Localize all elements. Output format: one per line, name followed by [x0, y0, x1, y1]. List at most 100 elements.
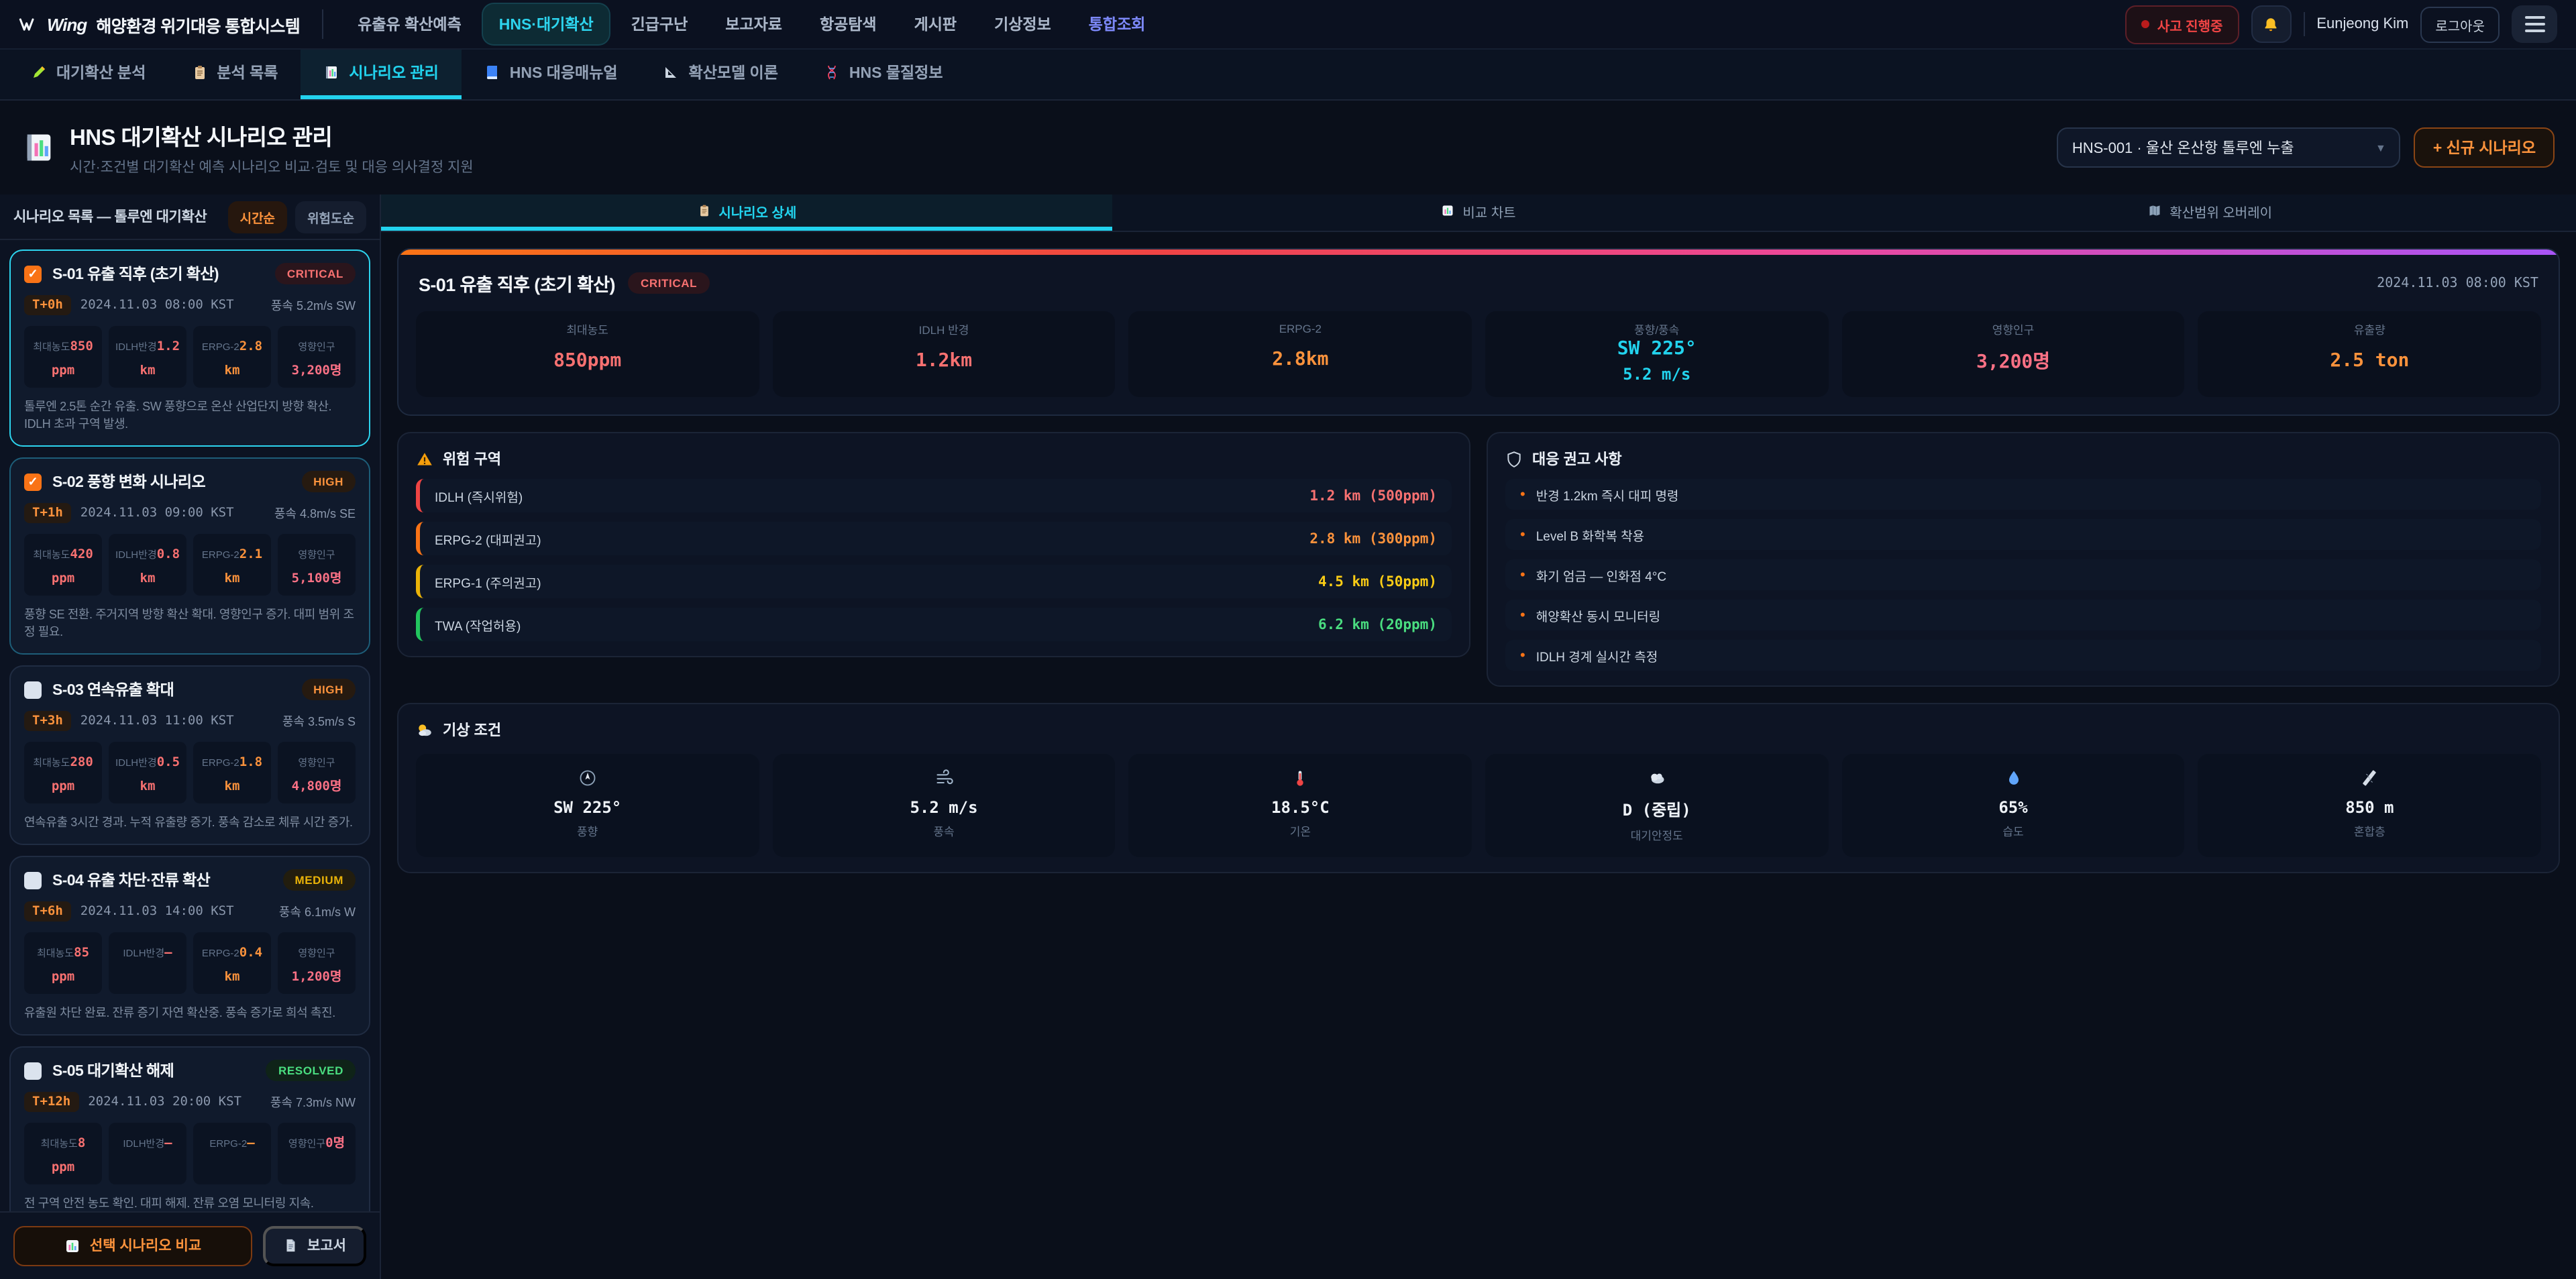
weather-card-wind-speed: 5.2 m/s 풍속 — [772, 754, 1115, 857]
new-scenario-button[interactable]: + 신규 시나리오 — [2414, 127, 2555, 168]
tab-scenario-management[interactable]: 시나리오 관리 — [301, 50, 461, 99]
checkbox-unchecked[interactable] — [24, 681, 42, 698]
weather-card-wind-direction: SW 225° 풍향 — [416, 754, 759, 857]
scenario-description: 톨루엔 2.5톤 순간 유출. SW 풍향으로 온산 산업단지 방향 확산. I… — [24, 398, 356, 433]
tab-label: 비교 차트 — [1462, 201, 1515, 221]
incident-select[interactable]: HNS-001 · 울산 온산항 톨루엔 누출 ▼ — [2057, 127, 2401, 168]
wind-info: 풍속 7.3m/s NW — [270, 1094, 356, 1111]
recommendation-text: 화기 엄금 — 인화점 4°C — [1536, 565, 1666, 584]
menu-item-hns-dispersion[interactable]: HNS·대기확산 — [483, 4, 610, 44]
zone-label: ERPG-1 (주의권고) — [435, 572, 541, 591]
stat-label: 영향인구 — [298, 757, 335, 769]
stat-label: 영향인구 — [288, 1138, 325, 1150]
checkbox-checked[interactable]: ✓ — [24, 473, 42, 490]
weather-panel: 기상 조건 SW 225° 풍향 5.2 m/s 풍속 — [397, 703, 2560, 873]
page-title: HNS 대기확산 시나리오 관리 — [70, 119, 474, 151]
zone-label: ERPG-2 (대피권고) — [435, 529, 541, 548]
incident-status-badge: 사고 진행중 — [2125, 5, 2239, 44]
stat-value: 1,200명 — [292, 970, 342, 985]
weather-card-stability: D (중립) 대기안정도 — [1485, 754, 1828, 857]
tab-comparison-chart[interactable]: 비교 차트 — [1113, 194, 1845, 231]
status-badge: CRITICAL — [629, 272, 709, 294]
weather-label: 습도 — [1847, 824, 2179, 840]
zone-row-idlh: IDLH (즉시위험) 1.2 km (500ppm) — [416, 479, 1452, 512]
detail-title: S-01 유출 직후 (초기 확산) — [419, 270, 615, 296]
main-body: S-01 유출 직후 (초기 확산) CRITICAL 2024.11.03 0… — [381, 232, 2576, 1279]
hamburger-menu-button[interactable] — [2512, 5, 2557, 43]
tab-hns-manual[interactable]: HNS 대응매뉴얼 — [462, 50, 641, 99]
stat-value: 4,800명 — [292, 779, 342, 794]
bar-chart-icon — [64, 1237, 80, 1254]
scenario-card-s01[interactable]: ✓ S-01 유출 직후 (초기 확산) CRITICAL T+0h 2024.… — [9, 249, 370, 447]
brand: Wing 해양환경 위기대응 통합시스템 — [19, 9, 323, 39]
stat-label: 최대농도 — [424, 322, 751, 338]
panel-title: 대응 권고 사항 — [1532, 448, 1622, 469]
recommendation-text: IDLH 경계 실시간 측정 — [1536, 646, 1658, 665]
menu-item-spill-forecast[interactable]: 유출유 확산예측 — [341, 4, 478, 44]
menu-item-weather-info[interactable]: 기상정보 — [978, 4, 1067, 44]
menu-item-integrated-search[interactable]: 통합조회 — [1073, 4, 1162, 44]
menu-item-board[interactable]: 게시판 — [898, 4, 973, 44]
wind-info: 풍속 4.8m/s SE — [274, 504, 356, 522]
droplet-icon — [2004, 769, 2023, 787]
tab-dispersion-overlay[interactable]: 확산범위 오버레이 — [1844, 194, 2576, 231]
notification-bell-button[interactable] — [2251, 5, 2291, 43]
report-button[interactable]: 보고서 — [263, 1225, 366, 1266]
tab-label: 시나리오 상세 — [718, 201, 796, 221]
scenario-card-s04[interactable]: S-04 유출 차단·잔류 확산 MEDIUM T+6h 2024.11.03 … — [9, 856, 370, 1036]
menu-item-rescue[interactable]: 긴급구난 — [615, 4, 704, 44]
zone-row-erpg1: ERPG-1 (주의권고) 4.5 km (50ppm) — [416, 565, 1452, 598]
status-badge: MEDIUM — [282, 869, 356, 891]
book-icon — [484, 64, 500, 80]
recommendation-text: 해양확산 동시 모니터링 — [1536, 606, 1660, 624]
stat-label: ERPG-2 — [202, 549, 239, 561]
weather-value: D (중립) — [1491, 798, 1823, 821]
wing-logo-icon — [19, 15, 38, 34]
scenario-card-s02[interactable]: ✓ S-02 풍향 변화 시나리오 HIGH T+1h 2024.11.03 0… — [9, 457, 370, 655]
clipboard-icon — [191, 64, 207, 80]
menu-item-aerial-search[interactable]: 항공탐색 — [804, 4, 893, 44]
top-nav: Wing 해양환경 위기대응 통합시스템 유출유 확산예측 HNS·대기확산 긴… — [0, 0, 2576, 50]
tab-label: 확산모델 이론 — [689, 62, 778, 83]
detail-tabs: 시나리오 상세 비교 차트 확산범위 오버레이 — [381, 194, 2576, 232]
tab-analysis-list[interactable]: 분석 목록 — [168, 50, 301, 99]
stat-label: 영향인구 — [298, 549, 335, 561]
report-button-label: 보고서 — [307, 1235, 346, 1256]
tab-scenario-detail[interactable]: 시나리오 상세 — [381, 194, 1113, 231]
dna-icon — [824, 64, 840, 80]
checkbox-checked[interactable]: ✓ — [24, 265, 42, 282]
zone-label: IDLH (즉시위험) — [435, 486, 523, 505]
stat-idlh-radius: IDLH 반경 1.2km — [772, 311, 1115, 397]
scenario-title: S-03 연속유출 확대 — [52, 679, 290, 700]
app-root: Wing 해양환경 위기대응 통합시스템 유출유 확산예측 HNS·대기확산 긴… — [0, 0, 2576, 1279]
sort-by-risk-button[interactable]: 위험도순 — [295, 201, 366, 233]
set-square-icon — [663, 64, 680, 80]
tab-dispersion-model-theory[interactable]: 확산모델 이론 — [641, 50, 801, 99]
menu-item-reports[interactable]: 보고자료 — [709, 4, 798, 44]
wind-info: 풍속 6.1m/s W — [279, 903, 356, 920]
stat-value: 1.2km — [780, 350, 1107, 372]
checkbox-unchecked[interactable] — [24, 1062, 42, 1080]
scenario-card-s05[interactable]: S-05 대기확산 해제 RESOLVED T+12h 2024.11.03 2… — [9, 1047, 370, 1211]
stat-value: 2.8km — [1137, 349, 1464, 370]
zone-value: 1.2 km (500ppm) — [1309, 488, 1437, 504]
tab-hns-substance-info[interactable]: HNS 물질정보 — [801, 50, 966, 99]
weather-value: 18.5°C — [1134, 798, 1466, 817]
detail-header: S-01 유출 직후 (초기 확산) CRITICAL 2024.11.03 0… — [398, 255, 2559, 309]
stat-value-secondary: 5.2 m/s — [1493, 365, 1820, 384]
scenario-time: 2024.11.03 11:00 KST — [80, 714, 234, 728]
stat-label: 영향인구 — [1849, 322, 2176, 338]
compare-scenarios-button[interactable]: 선택 시나리오 비교 — [13, 1225, 252, 1266]
time-offset-chip: T+6h — [24, 901, 71, 922]
scenario-card-list: ✓ S-01 유출 직후 (초기 확산) CRITICAL T+0h 2024.… — [0, 240, 380, 1211]
logout-button[interactable]: 로그아웃 — [2420, 6, 2500, 42]
notebook-icon — [323, 64, 339, 80]
checkbox-unchecked[interactable] — [24, 871, 42, 889]
tab-dispersion-analysis[interactable]: 대기확산 분석 — [8, 50, 168, 99]
zone-value: 6.2 km (20ppm) — [1318, 616, 1437, 632]
scenario-description: 연속유출 3시간 경과. 누적 유출량 증가. 풍속 감소로 체류 시간 증가. — [24, 814, 356, 832]
detail-stats: 최대농도 850ppm IDLH 반경 1.2km ERPG-2 2.8km — [398, 309, 2559, 414]
scenario-card-s03[interactable]: S-03 연속유출 확대 HIGH T+3h 2024.11.03 11:00 … — [9, 665, 370, 845]
sort-by-time-button[interactable]: 시간순 — [228, 201, 287, 233]
weather-label: 기온 — [1134, 824, 1466, 840]
